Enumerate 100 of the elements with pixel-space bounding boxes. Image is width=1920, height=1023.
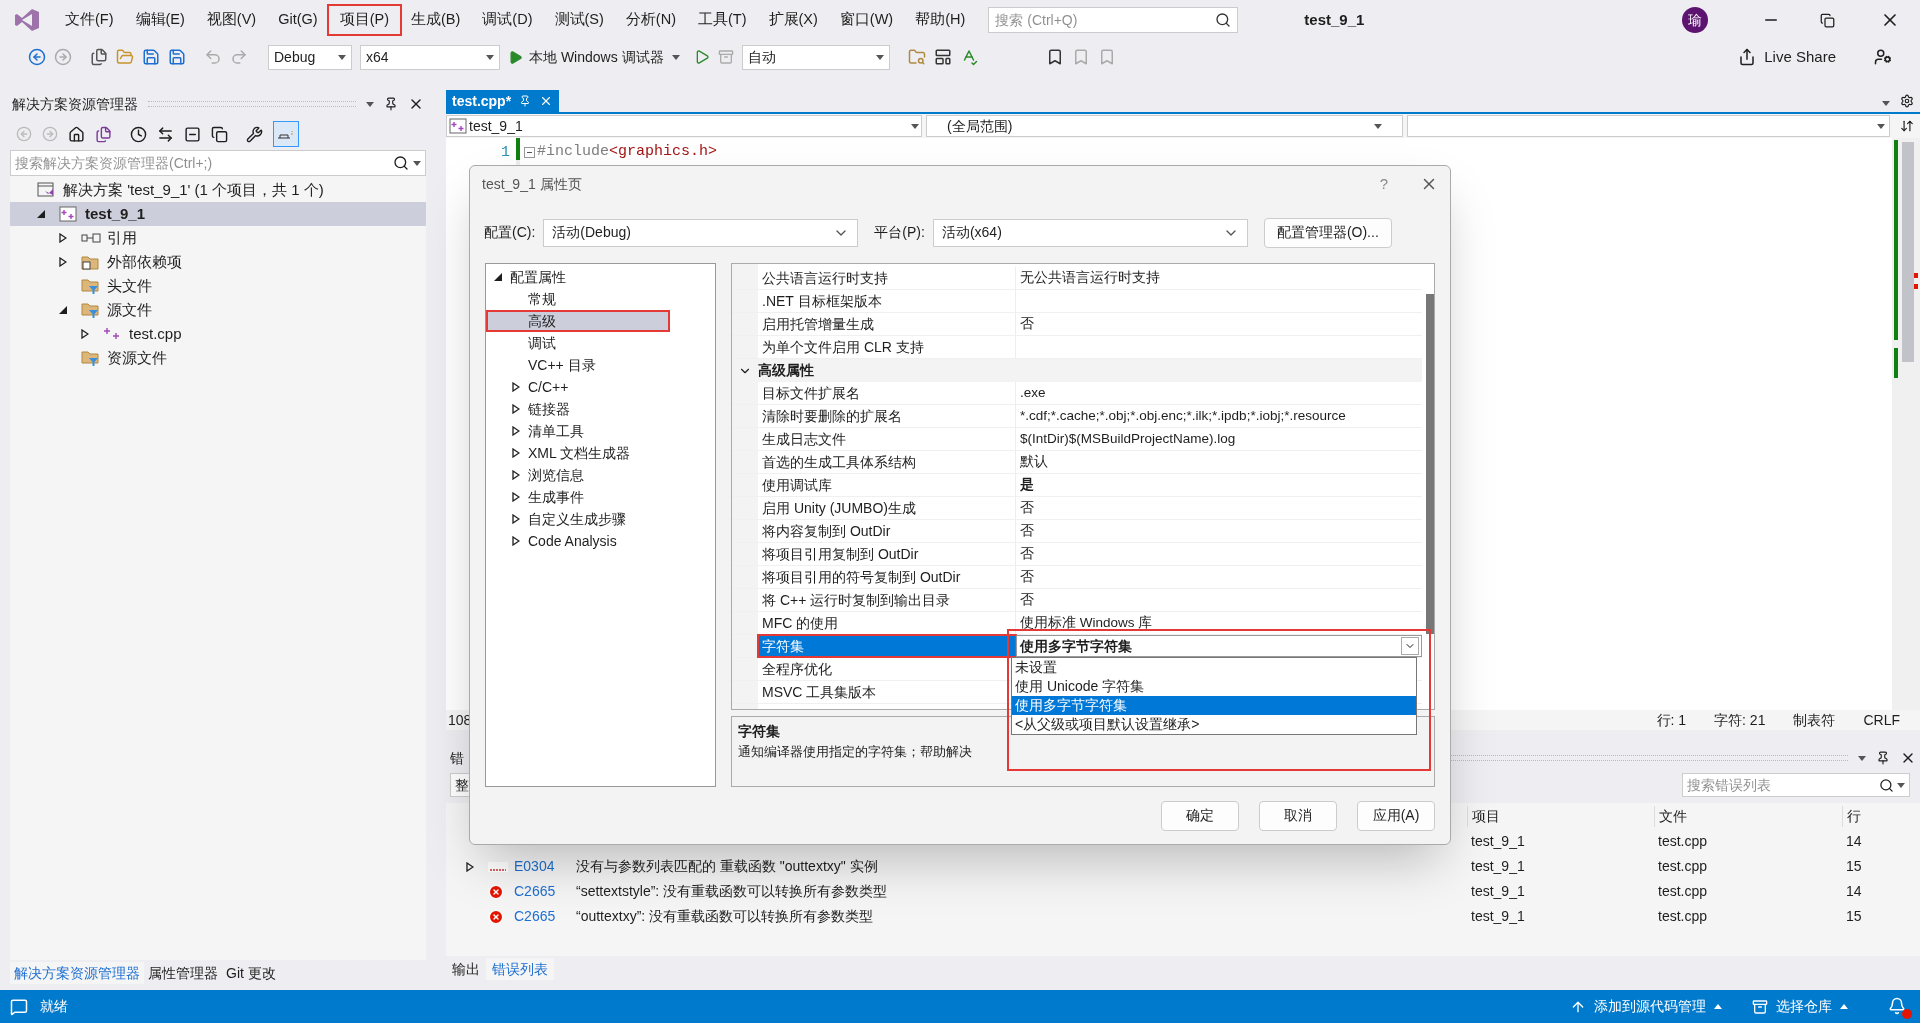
dropdown-option[interactable]: 使用多字节字符集 <box>1012 696 1416 715</box>
property-name[interactable]: 清除时要删除的扩展名 <box>758 405 1016 427</box>
search-box[interactable]: 搜索错误列表 <box>1682 773 1910 797</box>
tree-item[interactable]: 浏览信息 <box>486 464 715 486</box>
split-icon[interactable] <box>1900 119 1914 133</box>
expanded-triangle-icon[interactable] <box>37 210 45 218</box>
collapsed-triangle-icon[interactable] <box>59 233 67 243</box>
property-name[interactable]: .NET 目标框架版本 <box>758 290 1016 312</box>
preview-toggle-icon[interactable] <box>273 121 299 147</box>
property-name[interactable]: 启用 Unity (JUMBO)生成 <box>758 497 1016 519</box>
back-icon[interactable] <box>28 48 46 66</box>
collapsed-triangle-icon[interactable] <box>512 492 520 502</box>
tree-item[interactable]: 头文件 <box>10 274 426 298</box>
platform-select[interactable]: 活动(x64) <box>932 218 1248 247</box>
error-code-link[interactable]: E0304 <box>514 858 555 874</box>
collapsed-triangle-icon[interactable] <box>81 329 89 339</box>
search-box[interactable]: 搜索 (Ctrl+Q) <box>988 7 1239 33</box>
menu-item[interactable]: 帮助(H) <box>904 6 977 34</box>
property-name[interactable]: 将 C++ 运行时复制到输出目录 <box>758 589 1016 611</box>
property-name[interactable]: 生成日志文件 <box>758 428 1016 450</box>
find-folder-icon[interactable] <box>907 48 926 66</box>
menu-item[interactable]: 项目(P) <box>328 6 400 34</box>
menu-item[interactable]: 工具(T) <box>687 6 758 34</box>
pin-icon[interactable] <box>384 97 398 111</box>
sync-icon[interactable] <box>157 125 174 143</box>
menu-item[interactable]: 窗口(W) <box>828 6 905 34</box>
expanded-triangle-icon[interactable] <box>494 273 502 281</box>
tree-item[interactable]: 引用 <box>10 226 426 250</box>
tree-item[interactable]: Code Analysis <box>486 530 715 552</box>
repository-button[interactable]: 选择仓库 <box>1752 996 1848 1017</box>
notifications-icon[interactable] <box>1888 996 1910 1017</box>
property-name[interactable]: 字符集 <box>758 635 1016 657</box>
tree-item[interactable]: 常规 <box>486 288 715 310</box>
panel-tab[interactable]: 错误列表 <box>486 958 554 980</box>
error-row[interactable]: E0304 没有与参数列表匹配的 重载函数 "outtextxy" 实例 test_9_1 test.cpp 15 <box>446 854 1920 879</box>
menu-item[interactable]: 扩展(X) <box>757 6 829 34</box>
menu-item[interactable]: 视图(V) <box>195 6 268 34</box>
tree-item[interactable]: 自定义生成步骤 <box>486 508 715 530</box>
new-item-icon[interactable] <box>90 48 108 66</box>
show-all-files-icon[interactable] <box>211 125 228 143</box>
restore-icon[interactable] <box>1820 12 1835 28</box>
search-field[interactable]: 搜索解决方案资源管理器(Ctrl+;) <box>15 152 393 174</box>
error-code-link[interactable]: C2665 <box>514 908 556 924</box>
column-header[interactable]: 文件 <box>1654 805 1842 827</box>
column-header[interactable]: 行 <box>1842 805 1920 827</box>
tree-item[interactable]: 清单工具 <box>486 420 715 442</box>
configuration-manager-button[interactable]: 配置管理器(O)... <box>1263 217 1392 248</box>
pending-changes-icon[interactable] <box>130 125 147 143</box>
tree-item[interactable]: VC++ 目录 <box>486 354 715 376</box>
collapsed-triangle-icon[interactable] <box>512 536 520 546</box>
platform-select[interactable]: x64 <box>360 44 500 70</box>
search-field[interactable]: 搜索 (Ctrl+Q) <box>995 9 1216 31</box>
tree-item[interactable]: 外部依赖项 <box>10 250 426 274</box>
collapsed-triangle-icon[interactable] <box>512 514 520 524</box>
property-name[interactable]: 使用调试库 <box>758 474 1016 496</box>
properties-icon[interactable] <box>246 125 263 143</box>
collapse-icon[interactable] <box>524 146 535 158</box>
expanded-triangle-icon[interactable] <box>59 306 67 314</box>
save-icon[interactable] <box>142 48 160 66</box>
menu-item[interactable]: 调试(D) <box>471 6 544 34</box>
mode-select[interactable]: 自动 <box>741 44 890 70</box>
error-row[interactable]: C2665 “settextstyle”: 没有重载函数可以转换所有参数类型 test_9_1 test.cpp 14 <box>446 879 1920 904</box>
panel-tab[interactable]: 输出 <box>446 958 486 980</box>
home-icon[interactable] <box>68 125 85 143</box>
dropdown-option[interactable]: <从父级或项目默认设置继承> <box>1012 715 1416 734</box>
menu-item[interactable]: 文件(F) <box>54 6 125 34</box>
property-name[interactable]: 将项目引用复制到 OutDir <box>758 543 1016 565</box>
configuration-select[interactable]: Debug <box>268 44 352 70</box>
collapsed-triangle-icon[interactable] <box>512 426 520 436</box>
collapsed-triangle-icon[interactable] <box>512 448 520 458</box>
switch-views-icon[interactable] <box>95 125 112 143</box>
collapse-all-icon[interactable] <box>184 125 201 143</box>
panel-tab[interactable]: 属性管理器 <box>144 962 222 984</box>
tree-item[interactable]: C/C++ <box>486 376 715 398</box>
panel-tab[interactable]: Git 更改 <box>222 962 280 984</box>
tree-item[interactable]: 资源文件 <box>10 346 426 370</box>
property-name[interactable]: 将内容复制到 OutDir <box>758 520 1016 542</box>
settings-icon[interactable] <box>1900 94 1914 108</box>
scrollbar-thumb[interactable] <box>1902 142 1914 362</box>
property-name[interactable]: 首选的生成工具体系结构 <box>758 451 1016 473</box>
column-header[interactable]: 项目 <box>1467 805 1654 827</box>
project-select[interactable]: test_9_1 <box>446 115 922 137</box>
tree-item[interactable]: 链接器 <box>486 398 715 420</box>
menu-item[interactable]: 测试(S) <box>543 6 615 34</box>
panel-tab[interactable]: 解决方案资源管理器 <box>10 962 144 984</box>
source-control-button[interactable]: 添加到源代码管理 <box>1570 996 1722 1017</box>
tree-item[interactable]: 高级 <box>486 310 670 332</box>
tree-item[interactable]: XML 文档生成器 <box>486 442 715 464</box>
save-all-icon[interactable] <box>168 48 186 66</box>
search-box[interactable]: 搜索解决方案资源管理器(Ctrl+;) <box>10 150 426 176</box>
pin-icon[interactable] <box>1876 751 1890 765</box>
property-name[interactable]: 将项目引用的符号复制到 OutDir <box>758 566 1016 588</box>
tree-item[interactable]: 解决方案 'test_9_1' (1 个项目，共 1 个) <box>10 178 426 202</box>
editor-tab[interactable]: test.cpp* <box>446 90 560 112</box>
dialog-button[interactable]: 确定 <box>1161 800 1239 831</box>
dialog-button[interactable]: 取消 <box>1259 800 1337 831</box>
collapsed-triangle-icon[interactable] <box>59 257 67 267</box>
property-name[interactable]: 启用托管增量生成 <box>758 313 1016 335</box>
property-name[interactable]: 为单个文件启用 CLR 支持 <box>758 336 1016 358</box>
collapsed-triangle-icon[interactable] <box>512 404 520 414</box>
